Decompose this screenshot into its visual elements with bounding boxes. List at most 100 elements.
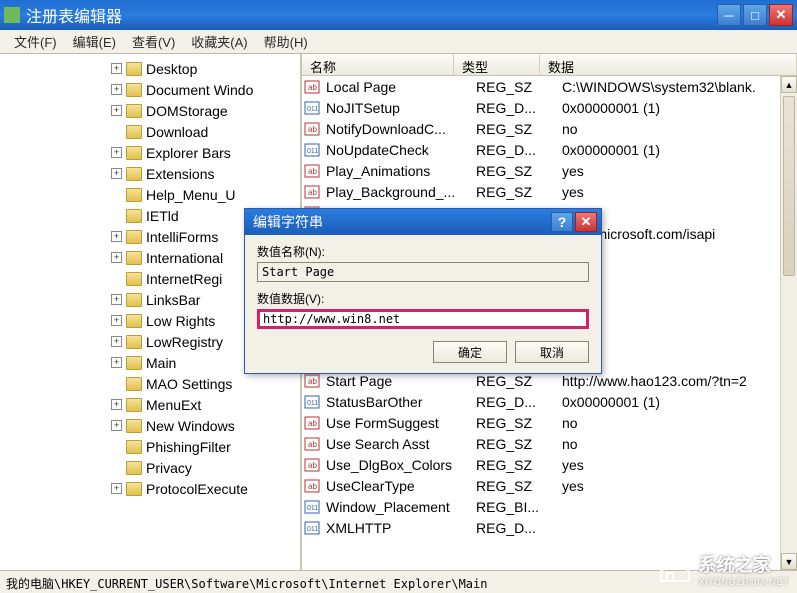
value-name: NotifyDownloadC... (326, 121, 476, 137)
list-row[interactable]: 011StatusBarOtherREG_D...0x00000001 (1) (302, 391, 797, 412)
tree-item[interactable]: +DOMStorage (0, 100, 300, 121)
folder-icon (126, 104, 142, 118)
value-data: yes (562, 457, 797, 473)
scroll-up-button[interactable]: ▲ (781, 76, 797, 93)
menu-file[interactable]: 文件(F) (6, 30, 65, 53)
folder-icon (126, 335, 142, 349)
cancel-button[interactable]: 取消 (515, 341, 589, 363)
tree-item[interactable]: Help_Menu_U (0, 184, 300, 205)
expand-toggle[interactable]: + (111, 294, 122, 305)
list-row[interactable]: abUse_DlgBox_ColorsREG_SZyes (302, 454, 797, 475)
folder-icon (126, 209, 142, 223)
tree-item[interactable]: +Extensions (0, 163, 300, 184)
value-type-icon: ab (304, 184, 322, 200)
tree-item[interactable]: + Document Windo (0, 79, 300, 100)
window-titlebar: 注册表编辑器 ─ □ ✕ (0, 0, 797, 30)
svg-text:011: 011 (307, 526, 318, 533)
tree-item[interactable]: +ProtocolExecute (0, 478, 300, 499)
folder-icon (126, 398, 142, 412)
list-row[interactable]: 011NoJITSetupREG_D...0x00000001 (1) (302, 97, 797, 118)
tree-item-label: LowRegistry (146, 334, 223, 350)
value-name-label: 数值名称(N): (257, 243, 589, 260)
folder-icon (126, 146, 142, 160)
maximize-button[interactable]: □ (743, 4, 767, 26)
scroll-thumb[interactable] (783, 96, 795, 276)
svg-text:ab: ab (308, 419, 317, 428)
value-type: REG_D... (476, 142, 562, 158)
dialog-close-button[interactable]: ✕ (575, 212, 597, 232)
col-data[interactable]: 数据 (540, 54, 797, 75)
list-row[interactable]: 011NoUpdateCheckREG_D...0x00000001 (1) (302, 139, 797, 160)
menu-edit[interactable]: 编辑(E) (65, 30, 124, 53)
list-row[interactable]: 011Window_PlacementREG_BI... (302, 496, 797, 517)
tree-item-label: PhishingFilter (146, 439, 231, 455)
list-row[interactable]: ab Local PageREG_SZC:\WINDOWS\system32\bl… (302, 76, 797, 97)
value-data: 0x00000001 (1) (562, 142, 797, 158)
value-data-label: 数值数据(V): (257, 290, 589, 307)
dialog-help-button[interactable]: ? (551, 212, 573, 232)
tree-item-label: MenuExt (146, 397, 201, 413)
expand-toggle[interactable]: + (111, 231, 122, 242)
svg-text:ab: ab (308, 83, 317, 92)
tree-item-label: New Windows (146, 418, 235, 434)
value-name: Local Page (326, 79, 476, 95)
value-type: REG_SZ (476, 121, 562, 137)
expand-toggle[interactable]: + (111, 105, 122, 116)
tree-item[interactable]: +Explorer Bars (0, 142, 300, 163)
svg-text:ab: ab (308, 377, 317, 386)
list-row[interactable]: abUse Search AsstREG_SZno (302, 433, 797, 454)
list-row[interactable]: abPlay_AnimationsREG_SZyes (302, 160, 797, 181)
menu-favorites[interactable]: 收藏夹(A) (183, 30, 255, 53)
svg-text:ab: ab (308, 167, 317, 176)
tree-item[interactable]: + MenuExt (0, 394, 300, 415)
list-row[interactable]: abPlay_Background_...REG_SZyes (302, 181, 797, 202)
expand-toggle[interactable]: + (111, 252, 122, 263)
tree-item[interactable]: +Desktop (0, 58, 300, 79)
minimize-button[interactable]: ─ (717, 4, 741, 26)
tree-item-label: IntelliForms (146, 229, 218, 245)
value-type: REG_SZ (476, 79, 562, 95)
tree-item[interactable]: PhishingFilter (0, 436, 300, 457)
tree-item-label: InternetRegi (146, 271, 222, 287)
list-row[interactable]: abUse FormSuggestREG_SZno (302, 412, 797, 433)
value-data: 0x00000001 (1) (562, 100, 797, 116)
col-name[interactable]: 名称 (302, 54, 454, 75)
tree-item[interactable]: + New Windows (0, 415, 300, 436)
ok-button[interactable]: 确定 (433, 341, 507, 363)
folder-icon (126, 377, 142, 391)
expand-toggle[interactable]: + (111, 336, 122, 347)
tree-item[interactable]: MAO Settings (0, 373, 300, 394)
expand-toggle[interactable]: + (111, 420, 122, 431)
value-type: REG_SZ (476, 184, 562, 200)
value-type: REG_SZ (476, 415, 562, 431)
expand-toggle[interactable]: + (111, 168, 122, 179)
expand-toggle[interactable]: + (111, 147, 122, 158)
expand-toggle[interactable]: + (111, 483, 122, 494)
tree-item-label: Document Windo (146, 82, 253, 98)
value-data: 0x00000001 (1) (562, 394, 797, 410)
tree-item[interactable]: Download (0, 121, 300, 142)
value-data-input[interactable] (257, 309, 589, 329)
menu-help[interactable]: 帮助(H) (256, 30, 316, 53)
close-button[interactable]: ✕ (769, 4, 793, 26)
expand-toggle[interactable]: + (111, 315, 122, 326)
menu-view[interactable]: 查看(V) (124, 30, 183, 53)
list-row[interactable]: 011XMLHTTPREG_D... (302, 517, 797, 538)
expand-toggle[interactable]: + (111, 357, 122, 368)
watermark-text: 系统之家 (699, 551, 789, 577)
expand-toggle[interactable]: + (111, 84, 122, 95)
watermark-url: XITONGZHIJIA.NET (699, 577, 789, 587)
expand-toggle[interactable]: + (111, 63, 122, 74)
col-type[interactable]: 类型 (454, 54, 540, 75)
svg-text:011: 011 (307, 106, 318, 113)
value-data: yes (562, 478, 797, 494)
vertical-scrollbar[interactable]: ▲ ▼ (780, 76, 797, 570)
list-row[interactable]: abUseClearTypeREG_SZyes (302, 475, 797, 496)
folder-icon (126, 188, 142, 202)
list-row[interactable]: abNotifyDownloadC...REG_SZno (302, 118, 797, 139)
value-data: C:\WINDOWS\system32\blank. (562, 79, 797, 95)
value-type-icon: ab (304, 373, 322, 389)
tree-item[interactable]: Privacy (0, 457, 300, 478)
expand-toggle[interactable]: + (111, 399, 122, 410)
value-name: UseClearType (326, 478, 476, 494)
